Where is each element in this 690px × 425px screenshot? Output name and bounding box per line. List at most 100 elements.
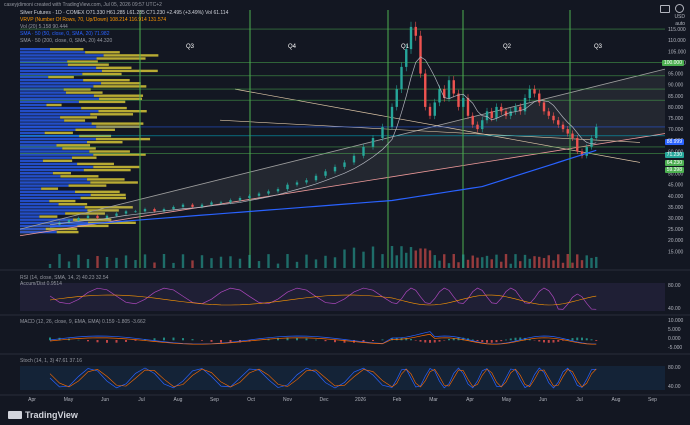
- volume-bar: [471, 255, 474, 268]
- vrvp-bar-up: [20, 88, 64, 91]
- auto-scale-label[interactable]: auto: [675, 21, 685, 27]
- stoch-axis-label: 40.00: [668, 384, 681, 390]
- macd-histogram-bar: [490, 340, 493, 343]
- vrvp-bar-up: [20, 69, 102, 73]
- candle-body: [500, 106, 503, 112]
- vrvp-bar-up: [20, 72, 83, 76]
- vrvp-bar-down: [42, 159, 73, 162]
- vrvp-bar-down: [103, 54, 159, 57]
- vrvp-bar-up: [20, 150, 90, 153]
- vrvp-bar-up: [20, 106, 82, 110]
- volume-bar: [229, 256, 232, 268]
- vrvp-bar-down: [50, 48, 84, 51]
- macd-histogram-bar: [429, 340, 431, 343]
- volume-bar: [77, 254, 80, 268]
- candle-body: [86, 215, 90, 218]
- vrvp-bar-down: [56, 230, 79, 234]
- volume-bar: [305, 254, 308, 268]
- vrvp-bar-up: [20, 175, 61, 178]
- vrvp-bar-up: [20, 57, 97, 60]
- vrvp-bar-down: [81, 106, 127, 110]
- quarter-label: Q4: [288, 44, 297, 50]
- time-axis-label: 2026: [355, 397, 366, 403]
- volume-bar: [115, 257, 118, 268]
- vrvp-bar-down: [82, 72, 122, 76]
- price-axis-label: 110.000: [668, 38, 686, 44]
- candle-body: [576, 138, 579, 152]
- vrvp-bar-up: [20, 141, 88, 144]
- candle-body: [153, 209, 156, 212]
- vrvp-bar-up: [20, 181, 91, 184]
- macd-histogram-bar: [576, 337, 579, 341]
- candle-body: [566, 129, 569, 134]
- volume-bar: [495, 254, 498, 268]
- vrvp-bar-down: [101, 69, 158, 73]
- vrvp-bar-up: [20, 85, 94, 88]
- price-tag-upper: 88.999: [664, 139, 684, 145]
- vrvp-bar-up: [20, 66, 97, 69]
- volume-bar: [134, 260, 137, 268]
- vrvp-bar-up: [20, 178, 88, 181]
- created-by-text: caseyjdimoni created with TradingView.co…: [4, 2, 162, 8]
- vrvp-bar-up: [20, 91, 66, 94]
- macd-histogram-bar: [552, 340, 555, 343]
- volume-bar: [533, 256, 536, 268]
- volume-bar: [67, 261, 71, 268]
- quarter-label: Q3: [186, 44, 195, 50]
- time-axis-label: Aug: [174, 397, 183, 403]
- candle-body: [542, 102, 546, 112]
- camera-icon[interactable]: [660, 4, 670, 13]
- candle-body: [172, 206, 175, 210]
- tradingview-logo-text: TradingView: [25, 410, 78, 420]
- macd-histogram-bar: [182, 338, 184, 341]
- candle-body: [476, 124, 479, 130]
- candle-body: [115, 213, 118, 216]
- volume-bar: [343, 249, 346, 268]
- vrvp-bar-down: [80, 196, 127, 200]
- vrvp-bar-up: [20, 97, 100, 100]
- vrvp-bar-up: [20, 100, 79, 104]
- price-axis-label: 20.000: [668, 238, 684, 244]
- vrvp-bar-down: [62, 147, 96, 150]
- volume-bar: [124, 255, 128, 268]
- candle-body: [248, 195, 251, 198]
- volume-bar: [210, 258, 213, 268]
- time-axis-label: Sep: [648, 397, 657, 403]
- vrvp-bar-up: [20, 103, 47, 107]
- vrvp-bar-down: [93, 94, 144, 97]
- vol-legend: Vol (20) 5.158 90.444: [20, 24, 68, 30]
- volume-bar: [96, 256, 99, 268]
- vrvp-bar-up: [20, 119, 65, 122]
- vrvp-bar-up: [20, 196, 81, 200]
- time-axis-label: Apr: [28, 397, 36, 403]
- vrvp-bar-up: [20, 113, 91, 116]
- macd-histogram-bar: [543, 340, 545, 343]
- volume-bar: [143, 254, 147, 268]
- price-axis-label: 95.000: [668, 72, 684, 78]
- chart-canvas[interactable]: 115.000 110.000 105.000 100.000 95.000 90.000…: [0, 0, 690, 425]
- vrvp-bar-up: [20, 122, 92, 125]
- volume-bar: [528, 258, 531, 268]
- candle-body: [219, 202, 223, 204]
- vrvp-bar-down: [90, 193, 126, 197]
- volume-bar: [542, 258, 546, 268]
- time-axis-label: Apr: [466, 397, 474, 403]
- candle-body: [286, 184, 289, 190]
- vrvp-bar-down: [39, 215, 58, 218]
- volume-bar: [153, 262, 156, 268]
- time-axis-label: Nov: [283, 397, 292, 403]
- time-axis-label: Jun: [539, 397, 547, 403]
- gear-icon[interactable]: [675, 4, 684, 13]
- vrvp-bar-down: [101, 82, 141, 85]
- vrvp-bar-up: [20, 94, 94, 97]
- candle-body: [538, 93, 541, 103]
- candle-body: [200, 204, 204, 207]
- macd-histogram-bar: [438, 340, 441, 342]
- macd-histogram-bar: [509, 338, 512, 341]
- candle-body: [571, 133, 574, 138]
- price-axis-label: 70.000: [668, 127, 684, 133]
- volume-bar: [443, 254, 446, 268]
- candle-body: [466, 98, 470, 116]
- vrvp-bar-up: [20, 156, 73, 159]
- vrvp-bar-down: [78, 100, 126, 104]
